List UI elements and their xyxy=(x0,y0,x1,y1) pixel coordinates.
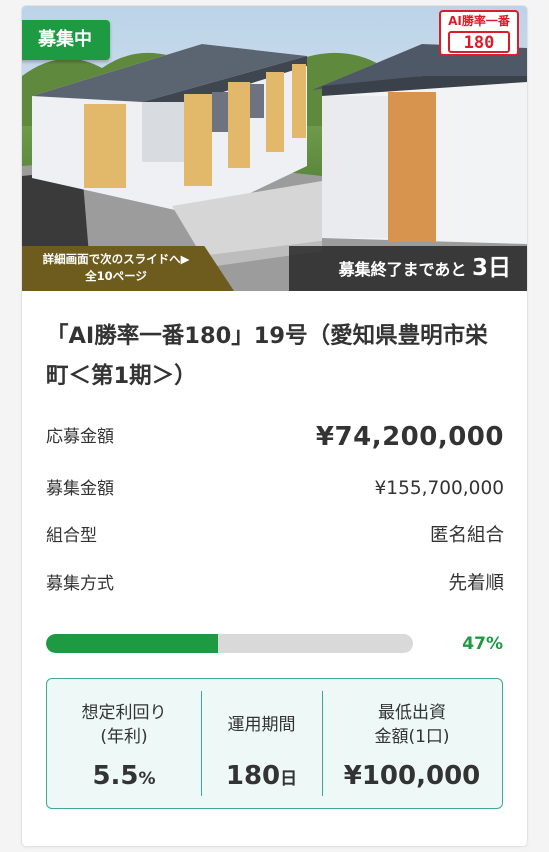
detail-row-offering-amount: 募集金額 ¥155,700,000 xyxy=(46,472,504,506)
status-badge: 募集中 xyxy=(22,20,110,60)
deadline-days: 3日 xyxy=(471,255,511,281)
deadline-banner: 募集終了まであと 3日 xyxy=(289,246,527,291)
brand-logo: AI勝率一番 180 xyxy=(439,10,519,56)
operation-period-unit: 日 xyxy=(280,769,298,789)
expected-yield-label: 想定利回り xyxy=(81,703,167,723)
funding-progress-fill xyxy=(46,634,219,653)
detail-row-applied-amount: 応募金額 ¥74,200,000 xyxy=(46,420,504,454)
applied-amount-value: ¥74,200,000 xyxy=(315,422,504,452)
fund-title[interactable]: 「AI勝率一番180」19号（愛知県豊明市栄町＜第1期＞） xyxy=(46,316,508,396)
property-photo[interactable]: 募集中 AI勝率一番 180 詳細画面で次のスライドへ▶ 全10ページ 募集終了… xyxy=(22,6,527,291)
minimum-investment-value: ¥100,000 xyxy=(343,761,481,791)
operation-period-cell: 運用期間 180日 xyxy=(201,679,322,808)
offering-method-value: 先着順 xyxy=(448,573,504,594)
slide-hint-text: 詳細画面で次のスライドへ▶ xyxy=(42,252,190,266)
offering-amount-value: ¥155,700,000 xyxy=(374,478,504,499)
next-slide-link[interactable]: 詳細画面で次のスライドへ▶ 全10ページ xyxy=(22,246,234,291)
expected-yield-value: 5.5 xyxy=(92,761,139,791)
detail-label: 募集金額 xyxy=(46,479,114,499)
minimum-investment-label: 最低出資 xyxy=(378,703,446,723)
minimum-investment-cell: 最低出資 金額(1口) ¥100,000 xyxy=(322,679,502,808)
expected-yield-value-line: 5.5% xyxy=(47,759,201,793)
logo-text: AI勝率一番 xyxy=(448,14,510,28)
operation-period-label: 運用期間 xyxy=(227,715,296,735)
funding-progress-percent: 47% xyxy=(462,634,503,654)
operation-period-value: 180 xyxy=(225,761,281,791)
logo-number: 180 xyxy=(448,31,510,53)
fund-card[interactable]: 募集中 AI勝率一番 180 詳細画面で次のスライドへ▶ 全10ページ 募集終了… xyxy=(22,6,527,846)
slide-page-count: 全10ページ xyxy=(85,269,147,283)
operation-period-value-line: 180日 xyxy=(201,759,322,793)
partnership-type-value: 匿名組合 xyxy=(429,525,504,546)
detail-label: 応募金額 xyxy=(46,427,114,447)
funding-progress-bar xyxy=(46,634,413,653)
detail-row-offering-method: 募集方式 先着順 xyxy=(46,567,504,601)
expected-yield-unit: % xyxy=(138,769,156,789)
investment-summary: 想定利回り (年利) 5.5% 運用期間 180日 最低出資 金額(1口) ¥1… xyxy=(46,678,503,809)
detail-label: 組合型 xyxy=(46,526,97,546)
deadline-label: 募集終了まであと xyxy=(338,260,467,279)
expected-yield-cell: 想定利回り (年利) 5.5% xyxy=(47,679,201,808)
detail-label: 募集方式 xyxy=(46,574,114,594)
minimum-investment-value-line: ¥100,000 xyxy=(322,759,502,793)
minimum-investment-sublabel: 金額(1口) xyxy=(374,727,450,747)
detail-row-partnership-type: 組合型 匿名組合 xyxy=(46,519,504,553)
expected-yield-sublabel: (年利) xyxy=(100,727,148,747)
